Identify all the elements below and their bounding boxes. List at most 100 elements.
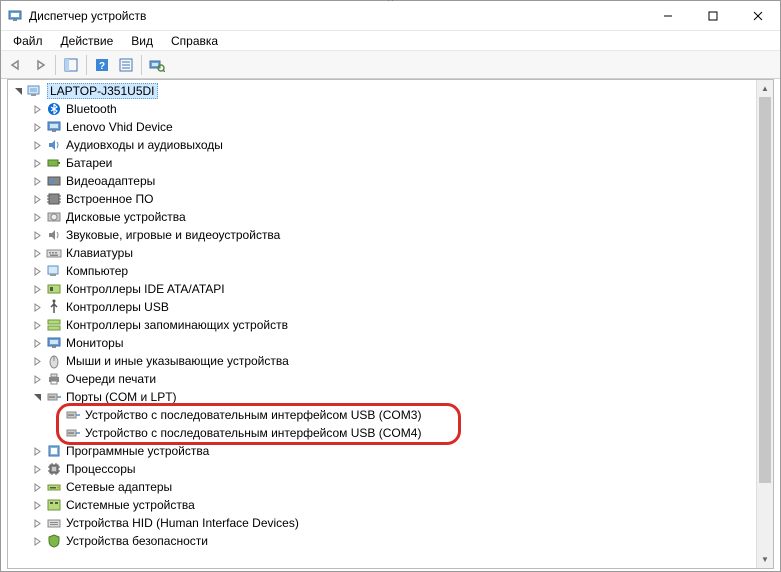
expander-icon[interactable] (31, 157, 44, 170)
close-button[interactable] (735, 1, 780, 30)
tree-root-label: LAPTOP-J351U5DI (47, 83, 158, 99)
expander-icon[interactable] (31, 121, 44, 134)
network-icon (46, 479, 62, 495)
tree-category[interactable]: Мыши и иные указывающие устройства (27, 352, 773, 370)
menu-view[interactable]: Вид (123, 32, 161, 50)
toolbar-separator (86, 55, 87, 75)
tree-category[interactable]: Очереди печати (27, 370, 773, 388)
tree-category[interactable]: Устройства HID (Human Interface Devices) (27, 514, 773, 532)
tree-root[interactable]: LAPTOP-J351U5DI (8, 82, 773, 100)
display-adapter-icon (46, 173, 62, 189)
monitor-icon (46, 335, 62, 351)
expander-icon[interactable] (31, 463, 44, 476)
menubar: Файл Действие Вид Справка (1, 31, 780, 51)
expander-spacer (50, 409, 63, 422)
tree-category[interactable]: Процессоры (27, 460, 773, 478)
expander-icon[interactable] (31, 373, 44, 386)
expander-icon[interactable] (31, 283, 44, 296)
expander-icon[interactable] (31, 175, 44, 188)
expander-icon[interactable] (31, 301, 44, 314)
scroll-down-arrow[interactable]: ▼ (757, 551, 773, 568)
tree-category[interactable]: Звуковые, игровые и видеоустройства (27, 226, 773, 244)
ide-icon (46, 281, 62, 297)
tree-category-label: Устройства HID (Human Interface Devices) (66, 516, 299, 530)
scrollbar-thumb[interactable] (759, 97, 771, 483)
audio-icon (46, 137, 62, 153)
tree-device-label: Устройство с последовательным интерфейсо… (85, 426, 421, 440)
window-controls (645, 1, 780, 30)
tree-category[interactable]: Lenovo Vhid Device (27, 118, 773, 136)
expander-icon[interactable] (31, 535, 44, 548)
tree-category[interactable]: Контроллеры IDE ATA/ATAPI (27, 280, 773, 298)
expander-icon[interactable] (31, 103, 44, 116)
tree-category[interactable]: Аудиовходы и аудиовыходы (27, 136, 773, 154)
expander-icon[interactable] (31, 445, 44, 458)
expander-icon[interactable] (31, 499, 44, 512)
tree-category[interactable]: Контроллеры запоминающих устройств (27, 316, 773, 334)
mouse-icon (46, 353, 62, 369)
vertical-scrollbar[interactable]: ▲ ▼ (756, 80, 773, 568)
expander-icon[interactable] (31, 139, 44, 152)
expander-spacer (50, 427, 63, 440)
tree-category[interactable]: Программные устройства (27, 442, 773, 460)
port-icon (46, 389, 62, 405)
tree-category[interactable]: Клавиатуры (27, 244, 773, 262)
tree-category-label: Компьютер (66, 264, 128, 278)
properties-button[interactable] (115, 54, 137, 76)
menu-file[interactable]: Файл (5, 32, 51, 50)
tree-category[interactable]: Сетевые адаптеры (27, 478, 773, 496)
tree-category-label: Мыши и иные указывающие устройства (66, 354, 289, 368)
tree-device[interactable]: Устройство с последовательным интерфейсо… (46, 424, 773, 442)
tree-category[interactable]: Устройства безопасности (27, 532, 773, 550)
expander-icon[interactable] (31, 481, 44, 494)
scan-hardware-button[interactable] (146, 54, 168, 76)
scroll-up-arrow[interactable]: ▲ (757, 80, 773, 97)
expander-icon[interactable] (31, 193, 44, 206)
battery-icon (46, 155, 62, 171)
security-icon (46, 533, 62, 549)
tree-category[interactable]: Контроллеры USB (27, 298, 773, 316)
tree-category-label: Процессоры (66, 462, 136, 476)
expander-icon[interactable] (31, 355, 44, 368)
window-title: Диспетчер устройств (29, 9, 645, 23)
svg-text:?: ? (99, 61, 105, 72)
tree-category-label: Порты (COM и LPT) (66, 390, 177, 404)
expander-icon[interactable] (31, 229, 44, 242)
monitor-icon (46, 119, 62, 135)
back-button[interactable] (5, 54, 27, 76)
tree-category[interactable]: Системные устройства (27, 496, 773, 514)
app-icon (7, 8, 23, 24)
expander-icon[interactable] (31, 211, 44, 224)
tree-category[interactable]: Мониторы (27, 334, 773, 352)
tree-device[interactable]: Устройство с последовательным интерфейсо… (46, 406, 773, 424)
device-tree-panel[interactable]: LAPTOP-J351U5DIBluetoothLenovo Vhid Devi… (7, 79, 774, 569)
tree-category-label: Звуковые, игровые и видеоустройства (66, 228, 280, 242)
tree-category[interactable]: Порты (COM и LPT) (27, 388, 773, 406)
tree-device-label: Устройство с последовательным интерфейсо… (85, 408, 421, 422)
tree-category[interactable]: Дисковые устройства (27, 208, 773, 226)
maximize-button[interactable] (690, 1, 735, 30)
expander-icon[interactable] (31, 517, 44, 530)
menu-help[interactable]: Справка (163, 32, 226, 50)
tree-category[interactable]: Компьютер (27, 262, 773, 280)
menu-action[interactable]: Действие (53, 32, 122, 50)
expander-icon[interactable] (12, 85, 25, 98)
tree-category[interactable]: Bluetooth (27, 100, 773, 118)
expander-icon[interactable] (31, 391, 44, 404)
expander-icon[interactable] (31, 337, 44, 350)
expander-icon[interactable] (31, 247, 44, 260)
show-hide-tree-button[interactable] (60, 54, 82, 76)
tree-category[interactable]: Встроенное ПО (27, 190, 773, 208)
help-button[interactable]: ? (91, 54, 113, 76)
system-icon (46, 497, 62, 513)
device-tree: LAPTOP-J351U5DIBluetoothLenovo Vhid Devi… (8, 80, 773, 552)
tree-category-label: Батареи (66, 156, 112, 170)
tree-category-label: Дисковые устройства (66, 210, 186, 224)
tree-category[interactable]: Видеоадаптеры (27, 172, 773, 190)
minimize-button[interactable] (645, 1, 690, 30)
expander-icon[interactable] (31, 265, 44, 278)
forward-button[interactable] (29, 54, 51, 76)
tree-category-label: Устройства безопасности (66, 534, 208, 548)
tree-category[interactable]: Батареи (27, 154, 773, 172)
expander-icon[interactable] (31, 319, 44, 332)
